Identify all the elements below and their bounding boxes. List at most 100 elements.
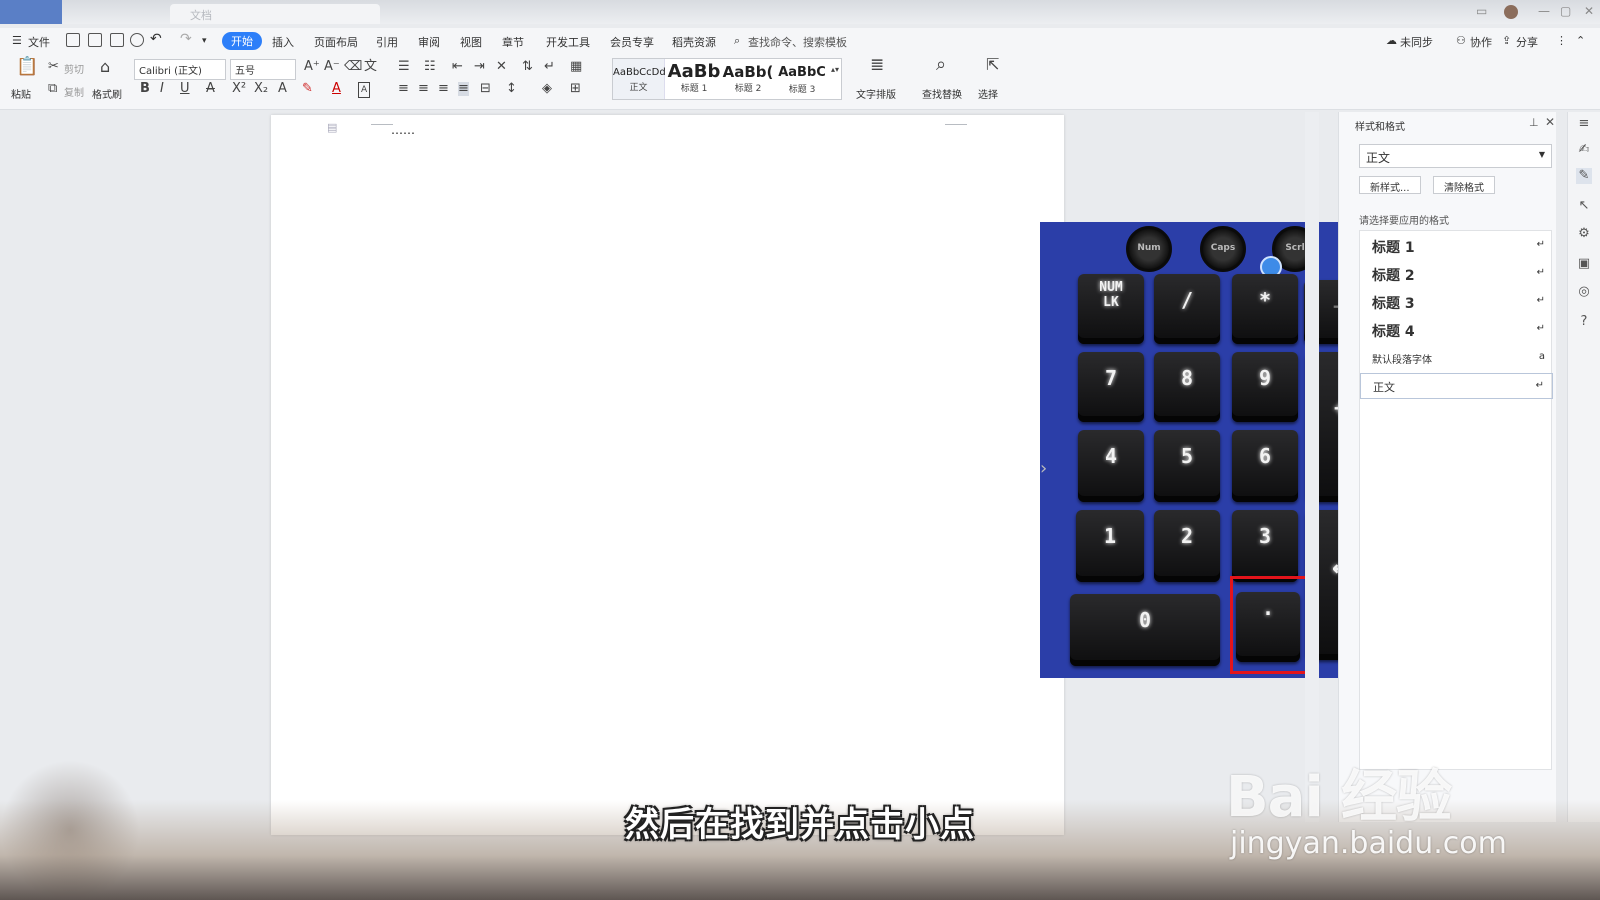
font-color-icon[interactable]: A xyxy=(332,82,341,96)
superscript-icon[interactable]: X² xyxy=(232,82,246,96)
document-page[interactable]: ▤ …… xyxy=(271,115,1064,835)
undo-icon[interactable]: ↶ xyxy=(150,31,162,47)
home-tab[interactable] xyxy=(0,0,62,24)
tab-review[interactable]: 审阅 xyxy=(418,34,440,50)
help-icon[interactable]: ? xyxy=(1576,314,1592,330)
show-marks-icon[interactable]: ↵ xyxy=(544,60,555,74)
sidebar-collapse-icon[interactable]: ≡ xyxy=(1576,116,1592,132)
line-spacing-icon[interactable]: ↕ xyxy=(506,82,517,96)
sync-status[interactable]: 未同步 xyxy=(1400,34,1433,50)
tab-developer[interactable]: 开发工具 xyxy=(546,34,590,50)
file-menu[interactable]: 文件 xyxy=(28,34,50,50)
location-icon[interactable]: ◎ xyxy=(1576,284,1592,300)
phonetic-icon[interactable]: 文 xyxy=(364,60,377,74)
tab-references[interactable]: 引用 xyxy=(376,34,398,50)
decrease-indent-icon[interactable]: ⇤ xyxy=(452,60,463,74)
tab-member[interactable]: 会员专享 xyxy=(610,34,654,50)
align-left-icon[interactable]: ≡ xyxy=(398,82,409,96)
copy-icon[interactable]: ⧉ xyxy=(48,82,57,96)
save-icon[interactable] xyxy=(66,33,80,47)
settings-sliders-icon[interactable]: ⚙ xyxy=(1576,226,1592,242)
text-effect-icon[interactable]: A xyxy=(278,82,287,96)
justify-icon[interactable]: ≡ xyxy=(458,82,469,96)
image-icon[interactable]: ▣ xyxy=(1576,256,1592,272)
distribute-icon[interactable]: ⊟ xyxy=(480,82,491,96)
collaborate-button[interactable]: 协作 xyxy=(1470,34,1492,50)
italic-icon[interactable]: I xyxy=(160,82,164,96)
tab-docer-resources[interactable]: 稻壳资源 xyxy=(672,34,716,50)
clear-format-icon[interactable]: ⌫ xyxy=(344,60,362,74)
highlight-icon[interactable]: ✎ xyxy=(302,82,313,96)
style-list-item[interactable]: 默认段落字体 a xyxy=(1360,345,1553,371)
document-text[interactable]: …… xyxy=(391,123,415,137)
strikethrough-icon[interactable]: A xyxy=(206,82,215,96)
align-right-icon[interactable]: ≡ xyxy=(438,82,449,96)
select-arrow-icon[interactable]: ↖ xyxy=(1576,198,1592,214)
style-normal[interactable]: AaBbCcDd 正文 xyxy=(613,59,666,99)
font-size-select[interactable]: 五号 xyxy=(230,59,296,80)
more-icon[interactable]: ⋮ xyxy=(1556,34,1567,47)
minimize-icon[interactable]: — xyxy=(1538,4,1550,18)
tab-page-layout[interactable]: 页面布局 xyxy=(314,34,358,50)
clear-format-button[interactable]: 清除格式 xyxy=(1433,176,1495,194)
style-icon[interactable]: ✍ xyxy=(1576,142,1592,158)
style-heading-3[interactable]: AaBbC 标题 3 xyxy=(775,59,829,99)
copy-button[interactable]: 复制 xyxy=(64,84,84,99)
tab-home[interactable]: 开始 xyxy=(222,32,262,50)
style-list-item[interactable]: 标题 1 ↵ xyxy=(1360,233,1553,259)
export-pdf-icon[interactable] xyxy=(88,33,102,47)
current-style-select[interactable]: 正文 ▼ xyxy=(1359,144,1552,168)
find-replace-button[interactable]: 查找替换 xyxy=(922,86,962,101)
redo-icon[interactable]: ↷ xyxy=(180,31,192,47)
avatar[interactable] xyxy=(1504,5,1518,19)
subscript-icon[interactable]: X₂ xyxy=(254,82,268,96)
bold-icon[interactable]: B xyxy=(140,82,150,96)
numbering-icon[interactable]: ☷ xyxy=(424,60,436,74)
style-list-item-selected[interactable]: 正文 ↵ xyxy=(1360,373,1553,399)
menu-icon[interactable]: ☰ xyxy=(12,34,22,47)
style-heading-1[interactable]: AaBb 标题 1 xyxy=(667,59,721,99)
align-center-icon[interactable]: ≡ xyxy=(418,82,429,96)
collapse-ribbon-icon[interactable]: ⌃ xyxy=(1576,34,1585,47)
cut-button[interactable]: 剪切 xyxy=(64,61,84,76)
command-search[interactable]: 查找命令、搜索模板 xyxy=(748,34,847,50)
close-icon[interactable]: ✕ xyxy=(1584,4,1594,18)
pen-icon[interactable]: ✎ xyxy=(1576,168,1592,184)
share-button[interactable]: 分享 xyxy=(1516,34,1538,50)
customize-chevron-icon[interactable]: ▾ xyxy=(202,36,207,46)
document-scrollbar[interactable] xyxy=(1305,112,1319,822)
layout-icon[interactable]: ▭ xyxy=(1476,4,1487,18)
pane-close-icon[interactable]: ✕ xyxy=(1545,115,1555,129)
pin-icon[interactable]: ⊥ xyxy=(1529,116,1539,129)
maximize-icon[interactable]: ▢ xyxy=(1560,4,1571,18)
print-preview-icon[interactable] xyxy=(130,33,144,47)
bullets-icon[interactable]: ☰ xyxy=(398,60,410,74)
tab-view[interactable]: 视图 xyxy=(460,34,482,50)
format-painter-icon[interactable]: ⌂ xyxy=(100,59,110,75)
text-layout-icon[interactable]: ≣ xyxy=(870,57,884,74)
paste-button[interactable]: 粘贴 xyxy=(11,86,31,101)
font-name-select[interactable]: Calibri (正文) xyxy=(134,59,226,80)
magnifier-icon[interactable]: ⌕ xyxy=(936,56,946,74)
cursor-icon[interactable]: ⇱ xyxy=(986,57,999,73)
paragraph-handle-icon[interactable]: ▤ xyxy=(327,121,337,135)
borders-icon[interactable]: ⊞ xyxy=(570,82,581,96)
style-list-item[interactable]: 标题 2 ↵ xyxy=(1360,261,1553,287)
shading-icon[interactable]: ◈ xyxy=(542,82,552,96)
print-icon[interactable] xyxy=(110,33,124,47)
style-list-item[interactable]: 标题 4 ↵ xyxy=(1360,317,1553,343)
select-button[interactable]: 选择 xyxy=(978,86,998,101)
style-list-item[interactable]: 标题 3 ↵ xyxy=(1360,289,1553,315)
format-painter-button[interactable]: 格式刷 xyxy=(92,86,122,101)
document-tab[interactable]: 文档 xyxy=(170,4,380,24)
char-border-icon[interactable]: A xyxy=(358,82,371,98)
chinese-layout-icon[interactable]: ✕ xyxy=(496,60,507,74)
paste-icon[interactable]: 📋 xyxy=(16,58,38,76)
grow-font-icon[interactable]: A⁺ xyxy=(304,60,320,74)
new-style-button[interactable]: 新样式... xyxy=(1359,176,1421,194)
scissors-icon[interactable]: ✂ xyxy=(48,60,59,74)
table-tools-icon[interactable]: ▦ xyxy=(570,60,582,74)
shrink-font-icon[interactable]: A⁻ xyxy=(324,60,340,74)
increase-indent-icon[interactable]: ⇥ xyxy=(474,60,485,74)
gallery-scroll-icon[interactable]: ▴▾ xyxy=(831,63,839,77)
